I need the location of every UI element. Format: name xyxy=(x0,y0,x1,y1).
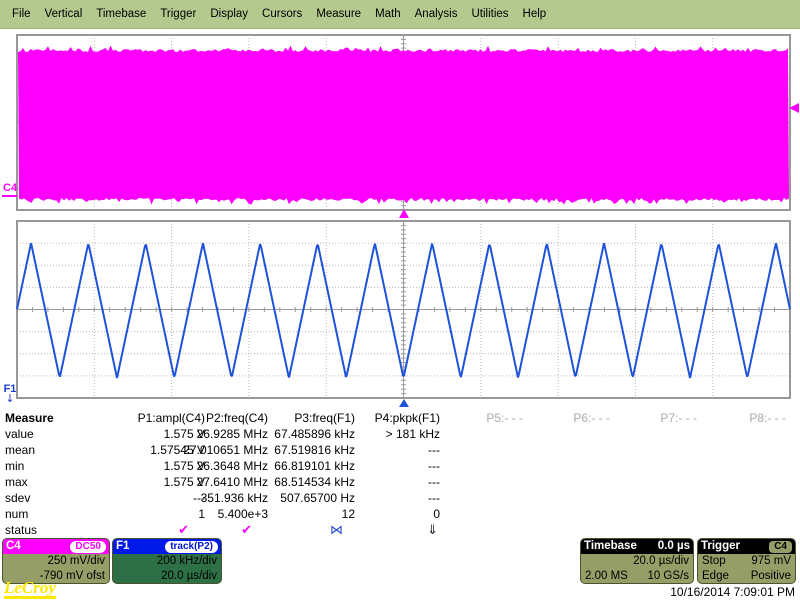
f1-scale: 200 kHz/div xyxy=(113,554,221,569)
measure-cell: 27.6410 MHz xyxy=(183,474,268,490)
trigger-slope: Positive xyxy=(751,569,791,584)
measure-cell: --- xyxy=(375,458,440,474)
measure-header-p2[interactable]: P2:freq(C4) xyxy=(183,410,268,426)
timebase-descriptor-box[interactable]: Timebase 0.0 µs 20.0 µs/div 2.00 MS 10 G… xyxy=(580,538,694,584)
measure-header-p7[interactable]: P7:- - - xyxy=(660,410,697,426)
status-icon-p3-warning: ⋈ xyxy=(330,523,343,538)
measure-row-label-mean: mean xyxy=(5,442,54,458)
c4-descriptor-header: C4 DC50 xyxy=(3,539,109,554)
measure-cell: 12 xyxy=(274,506,355,522)
c4-descriptor-title: C4 xyxy=(6,539,21,554)
measure-cell: --- xyxy=(375,474,440,490)
measure-column-p6: P6:- - - xyxy=(573,410,610,426)
measure-cell: 351.936 kHz xyxy=(183,490,268,506)
trigger-level: 975 mV xyxy=(751,554,791,569)
measure-header-p4[interactable]: P4:pkpk(F1) xyxy=(375,410,440,426)
trigger-source-badge[interactable]: C4 xyxy=(769,541,792,553)
measure-row-labels: Measure value mean min max sdev num stat… xyxy=(5,410,54,538)
measure-header-p8[interactable]: P8:- - - xyxy=(749,410,786,426)
status-icon-p2-check: ✔ xyxy=(241,523,252,538)
c4-trace xyxy=(18,46,789,205)
measure-row-label-num: num xyxy=(5,506,54,522)
timebase-descriptor-header: Timebase 0.0 µs xyxy=(581,539,693,554)
f1-position-marker[interactable] xyxy=(399,399,409,407)
measure-cell: 67.485896 kHz xyxy=(274,426,355,442)
timebase-title: Timebase xyxy=(584,539,637,554)
lecroy-logo: LeCroy xyxy=(4,580,56,599)
measure-row-label-status: status xyxy=(5,522,54,538)
measure-column-p8: P8:- - - xyxy=(749,410,786,426)
trigger-mode: Stop xyxy=(702,554,726,569)
measure-header-p5[interactable]: P5:- - - xyxy=(486,410,523,426)
status-icon-p4-downarrow: ⇓ xyxy=(427,523,438,538)
f1-descriptor-title: F1 xyxy=(116,539,129,554)
timebase-delay: 0.0 µs xyxy=(658,539,690,554)
measure-cell: > 181 kHz xyxy=(375,426,440,442)
measure-row-label-max: max xyxy=(5,474,54,490)
f1-function-badge[interactable]: track(P2) xyxy=(165,541,218,553)
measure-cell: 0 xyxy=(375,506,440,522)
trigger-title: Trigger xyxy=(701,539,740,554)
measure-cell: 68.514534 kHz xyxy=(274,474,355,490)
clock: 10/16/2014 7:09:01 PM xyxy=(670,585,795,599)
measure-row-label-min: min xyxy=(5,458,54,474)
measure-cell: 5.400e+3 xyxy=(183,506,268,522)
measure-cell: 66.819101 kHz xyxy=(274,458,355,474)
trigger-descriptor-header: Trigger C4 xyxy=(698,539,795,554)
measure-title: Measure xyxy=(5,410,54,426)
measure-cell: 67.519816 kHz xyxy=(274,442,355,458)
measure-column-p5: P5:- - - xyxy=(486,410,523,426)
f1-channel-label[interactable]: F1 ↓ xyxy=(3,384,17,404)
f1-offset-arrow-icon: ↓ xyxy=(5,392,14,405)
c4-scale: 250 mV/div xyxy=(3,554,109,569)
f1-descriptor-header: F1 track(P2) xyxy=(113,539,221,554)
measure-cell: --- xyxy=(375,442,440,458)
measure-row-label-sdev: sdev xyxy=(5,490,54,506)
measure-cell: 507.65700 Hz xyxy=(274,490,355,506)
measure-cell: --- xyxy=(375,490,440,506)
c4-coupling-badge[interactable]: DC50 xyxy=(70,541,106,553)
measure-row-label-value: value xyxy=(5,426,54,442)
measure-cell: 27.010651 MHz xyxy=(183,442,268,458)
c4-channel-label[interactable]: C4 xyxy=(3,183,17,193)
measure-column-p4: P4:pkpk(F1) > 181 kHz --- --- --- --- 0 … xyxy=(375,410,440,538)
trigger-descriptor-box[interactable]: Trigger C4 Stop 975 mV Edge Positive xyxy=(697,538,796,584)
timebase-samples: 2.00 MS xyxy=(585,569,628,584)
measure-column-p7: P7:- - - xyxy=(660,410,697,426)
measure-header-p6[interactable]: P6:- - - xyxy=(573,410,610,426)
timebase-samplerate: 10 GS/s xyxy=(647,569,689,584)
timebase-scale: 20.0 µs/div xyxy=(581,554,693,569)
measure-column-p3: P3:freq(F1) 67.485896 kHz 67.519816 kHz … xyxy=(274,410,355,538)
measure-cell: 26.3648 MHz xyxy=(183,458,268,474)
measure-cell: 26.9285 MHz xyxy=(183,426,268,442)
measure-column-p2: P2:freq(C4) 26.9285 MHz 27.010651 MHz 26… xyxy=(183,410,268,538)
f1-descriptor-box[interactable]: F1 track(P2) 200 kHz/div 20.0 µs/div xyxy=(112,538,222,584)
trigger-type: Edge xyxy=(702,569,729,584)
oscilloscope-screen: File Vertical Timebase Trigger Display C… xyxy=(0,0,800,600)
f1-timebase: 20.0 µs/div xyxy=(113,569,221,584)
measure-header-p3[interactable]: P3:freq(F1) xyxy=(274,410,355,426)
